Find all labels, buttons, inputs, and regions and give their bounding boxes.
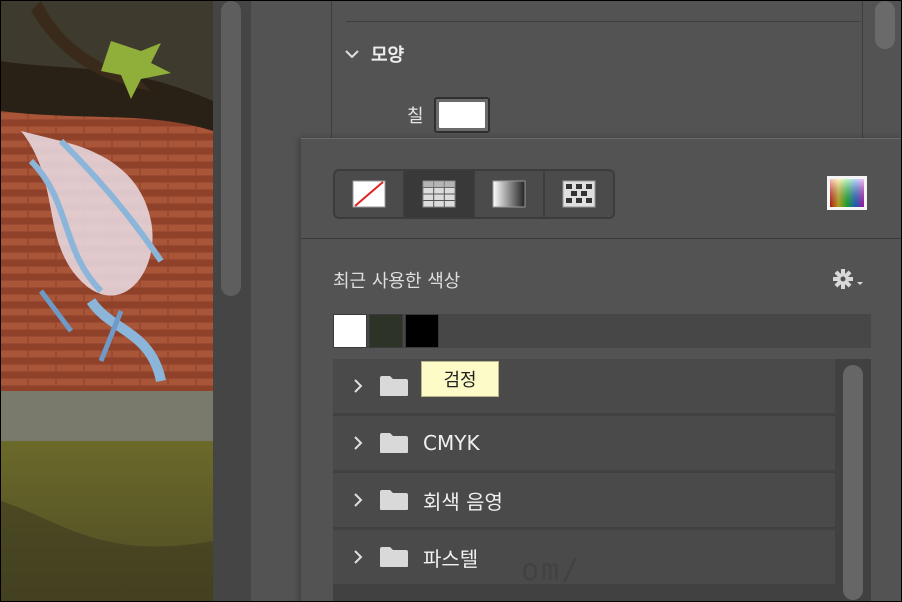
fill-color-preview xyxy=(438,102,485,128)
swatch-folder-row[interactable]: CMYK xyxy=(333,416,835,470)
no-color-button[interactable] xyxy=(335,171,405,217)
panel-scroll-thumb[interactable] xyxy=(875,1,895,49)
list-scroll-thumb[interactable] xyxy=(843,365,863,600)
swatch-folder-row[interactable]: 회색 음영 xyxy=(333,473,835,527)
swatch-folder-label: 회색 음영 xyxy=(423,489,503,514)
no-color-icon xyxy=(352,180,386,208)
recent-color-swatch[interactable] xyxy=(405,314,439,348)
swatch-folder-label: 파스텔 xyxy=(423,546,479,571)
gradient-icon xyxy=(492,180,526,208)
swatch-tooltip: 검정 xyxy=(421,361,499,397)
recent-colors-strip xyxy=(333,314,871,348)
canvas-scroll-thumb[interactable] xyxy=(221,1,241,296)
image-canvas[interactable] xyxy=(1,1,213,601)
recent-colors-title: 최근 사용한 색상 xyxy=(333,271,461,292)
chevron-down-icon xyxy=(345,50,359,59)
section-divider xyxy=(346,21,861,22)
fill-type-group xyxy=(333,169,615,219)
fill-label: 칠 xyxy=(407,106,424,127)
swatch-folder-row[interactable]: 파스텔 xyxy=(333,530,835,584)
recent-color-swatch[interactable] xyxy=(333,314,367,348)
pattern-icon xyxy=(562,180,596,208)
swatch-folder-label: CMYK xyxy=(423,431,480,455)
folder-icon xyxy=(380,547,408,567)
fill-color-swatch[interactable] xyxy=(433,97,490,133)
swatch-folder-row[interactable] xyxy=(333,359,835,413)
swatch-group-list: 파스텔 회색 음영 CMYK xyxy=(333,359,871,601)
section-title: 모양 xyxy=(371,45,405,66)
chevron-right-icon[interactable] xyxy=(351,491,365,509)
appearance-section-toggle[interactable]: 모양 xyxy=(343,41,404,67)
spectrum-icon xyxy=(830,179,864,207)
canvas-scrollbar-track xyxy=(213,1,251,601)
color-picker-popup: 최근 사용한 색상 파스텔 회색 음영 CMYK xyxy=(301,138,901,601)
pattern-button[interactable] xyxy=(545,171,613,217)
chevron-right-icon[interactable] xyxy=(351,548,365,566)
chevron-right-icon[interactable] xyxy=(351,434,365,452)
watermark: om/ xyxy=(521,553,582,588)
app-window: 모양 칠 최근 사용한 색상 파스텔 회색 음영 CMYK 검정 om/ xyxy=(0,0,902,602)
solid-color-button[interactable] xyxy=(405,171,475,217)
color-picker-button[interactable] xyxy=(827,176,867,210)
photo-graffiti-wall xyxy=(1,1,213,601)
fill-row: 칠 xyxy=(407,97,490,133)
folder-icon xyxy=(380,376,408,396)
gear-icon[interactable] xyxy=(831,267,865,291)
gradient-button[interactable] xyxy=(475,171,545,217)
folder-icon xyxy=(380,433,408,453)
popup-divider xyxy=(301,238,901,239)
chevron-right-icon[interactable] xyxy=(351,377,365,395)
color-grid-icon xyxy=(422,180,456,208)
folder-icon xyxy=(380,490,408,510)
recent-color-swatch[interactable] xyxy=(369,314,403,348)
